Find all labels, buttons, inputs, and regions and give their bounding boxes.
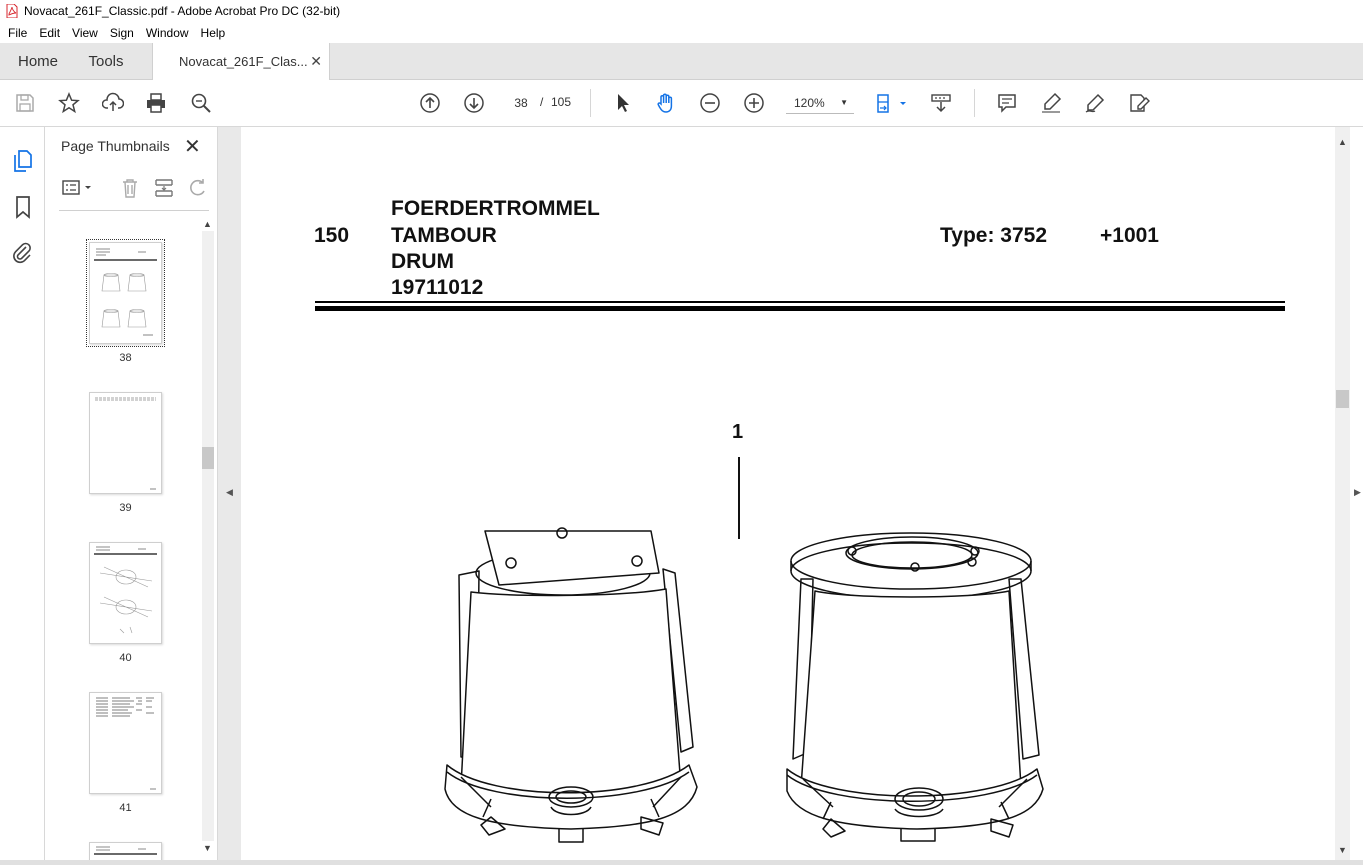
hand-tool-icon[interactable] [654,91,678,115]
attachments-icon[interactable] [11,241,35,265]
thumbnail-label-39: 39 [119,502,132,514]
tab-bar: Home Tools Novacat_261F_Clas... ✕ [0,43,1363,80]
title-english: DRUM [391,250,454,273]
toolbar-divider-2 [974,89,975,117]
page-thumbnails-panel: Page Thumbnails ✕ 38 39 40 41 ▲ ▼ [45,127,218,865]
close-panel-icon[interactable]: ✕ [184,134,201,159]
type-label: Type: 3752 [940,224,1047,247]
rotate-page-icon[interactable] [187,177,209,199]
thumbnail-page-41[interactable] [89,692,162,794]
collapse-left-icon: ◀ [226,487,233,497]
previous-page-icon[interactable] [418,91,442,115]
bookmarks-icon[interactable] [11,195,35,219]
thumbnail-label-41: 41 [119,802,132,814]
revision-label: +1001 [1100,224,1159,247]
close-tab-icon[interactable]: ✕ [310,53,322,70]
thumbnail-page-40[interactable] [89,542,162,644]
header-rule-thin [315,301,1285,303]
next-page-icon[interactable] [462,91,486,115]
scroll-down-icon[interactable]: ▼ [1338,845,1347,855]
menu-sign[interactable]: Sign [104,26,140,40]
draw-sign-icon[interactable] [1083,91,1107,115]
document-view: 150 FOERDERTROMMEL TAMBOUR DRUM 19711012… [241,127,1335,860]
fit-page-icon[interactable] [874,91,910,115]
total-pages: 105 [551,95,572,109]
title-bar: Novacat_261F_Classic.pdf - Adobe Acrobat… [0,0,1363,22]
menu-edit[interactable]: Edit [33,26,66,40]
zoom-out-icon[interactable] [698,91,722,115]
search-zoom-icon[interactable] [189,91,213,115]
bottom-scroll-strip [0,860,1363,865]
left-rail [0,127,45,865]
section-number: 150 [314,224,350,247]
title-french: TAMBOUR [391,224,497,247]
zoom-value: 120% [794,95,825,110]
page-number-input[interactable]: 38 [507,92,535,114]
scroll-up-icon[interactable]: ▲ [1338,137,1347,147]
thumbnail-options-icon[interactable] [61,177,95,199]
thumbnail-label-40: 40 [119,652,132,664]
page-separator: / [540,95,544,109]
page-thumbnails-icon[interactable] [11,149,35,173]
menu-view[interactable]: View [66,26,104,40]
select-cursor-icon[interactable] [610,91,634,115]
thumbnail-page-38[interactable] [86,239,165,347]
tab-home[interactable]: Home [0,43,76,79]
panel-collapse-strip[interactable]: ◀ [218,127,241,865]
thumbnail-page-39[interactable] [89,392,162,494]
thumbnail-scrollbar[interactable]: ▲ ▼ [200,219,214,859]
highlight-pen-icon[interactable] [1039,91,1063,115]
right-panel-toggle[interactable]: ▶ [1350,127,1363,860]
part-number: 19711012 [391,276,484,299]
tab-tools[interactable]: Tools [76,43,136,79]
thumbnail-40-preview [94,546,157,634]
save-icon[interactable] [13,91,37,115]
tab-document[interactable]: Novacat_261F_Clas... ✕ [152,43,330,80]
scroll-up-icon[interactable]: ▲ [203,219,212,229]
header-rule-thick [315,306,1285,311]
document-scrollbar[interactable]: ▲ ▼ [1335,127,1350,860]
title-german: FOERDERTROMMEL [391,197,600,220]
panel-toolbar [59,169,209,211]
scroll-thumb[interactable] [202,447,214,469]
scroll-down-icon[interactable]: ▼ [203,843,212,853]
zoom-select[interactable]: 120% ▼ [786,92,854,114]
comment-icon[interactable] [995,91,1019,115]
toolbar-divider [590,89,591,117]
window-title: Novacat_261F_Classic.pdf - Adobe Acrobat… [24,4,341,18]
chevron-down-icon: ▼ [840,98,848,107]
thumbnail-label-38: 38 [119,352,132,364]
main-toolbar: 38 / 105 120% ▼ [0,80,1363,127]
document-scroll-thumb[interactable] [1336,390,1349,408]
expand-right-icon: ▶ [1354,487,1361,497]
acrobat-pdf-icon [6,4,18,18]
upload-share-icon[interactable] [101,91,125,115]
panel-title: Page Thumbnails [61,138,170,154]
thumbnail-39-preview [95,397,156,490]
print-icon[interactable] [144,91,168,115]
thumbnail-41-preview [96,697,156,790]
menu-file[interactable]: File [2,26,33,40]
fill-sign-icon[interactable] [1127,91,1151,115]
scroll-mode-icon[interactable] [929,91,953,115]
extract-pages-icon[interactable] [153,177,175,199]
menu-help[interactable]: Help [195,26,232,40]
tab-document-label: Novacat_261F_Clas... [179,54,308,69]
menu-window[interactable]: Window [140,26,195,40]
drum-technical-drawing [444,527,1044,843]
scroll-track [202,231,214,841]
star-bookmark-icon[interactable] [57,91,81,115]
menu-bar: File Edit View Sign Window Help [0,22,1363,43]
delete-page-icon[interactable] [119,177,141,199]
item-number-label: 1 [732,421,744,443]
zoom-in-icon[interactable] [742,91,766,115]
thumbnail-38-preview [94,248,157,336]
